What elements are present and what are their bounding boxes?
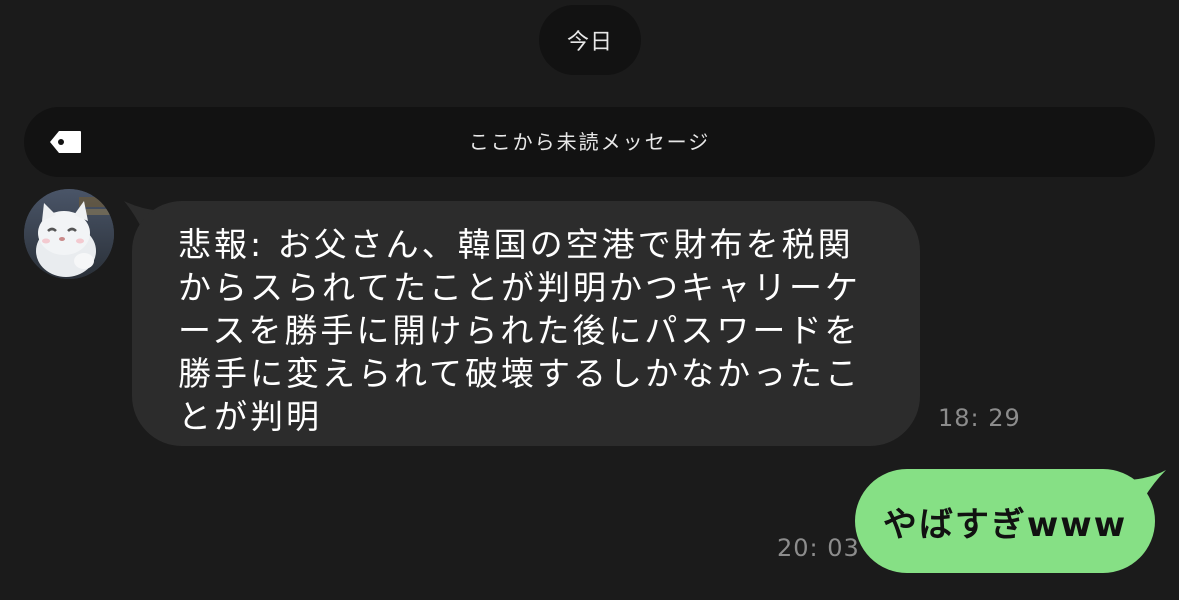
incoming-message-time: 18: 29 (938, 404, 1021, 432)
avatar[interactable] (24, 189, 114, 279)
outgoing-message-text: やばすぎwww (882, 504, 1128, 545)
outgoing-message-time: 20: 03 (777, 534, 860, 562)
date-separator: 今日 (539, 5, 641, 75)
incoming-message-bubble[interactable]: 悲報: お父さん、韓国の空港で財布を税関からスられてたことが判明かつキャリーケー… (132, 201, 920, 446)
date-separator-label: 今日 (566, 30, 613, 55)
outgoing-message-bubble[interactable]: やばすぎwww (855, 469, 1155, 573)
unread-divider: ここから未読メッセージ (24, 107, 1155, 177)
cat-avatar-icon (24, 189, 114, 279)
unread-divider-label: ここから未読メッセージ (468, 130, 711, 154)
incoming-message-text: 悲報: お父さん、韓国の空港で財布を税関からスられてたことが判明かつキャリーケー… (178, 225, 862, 436)
